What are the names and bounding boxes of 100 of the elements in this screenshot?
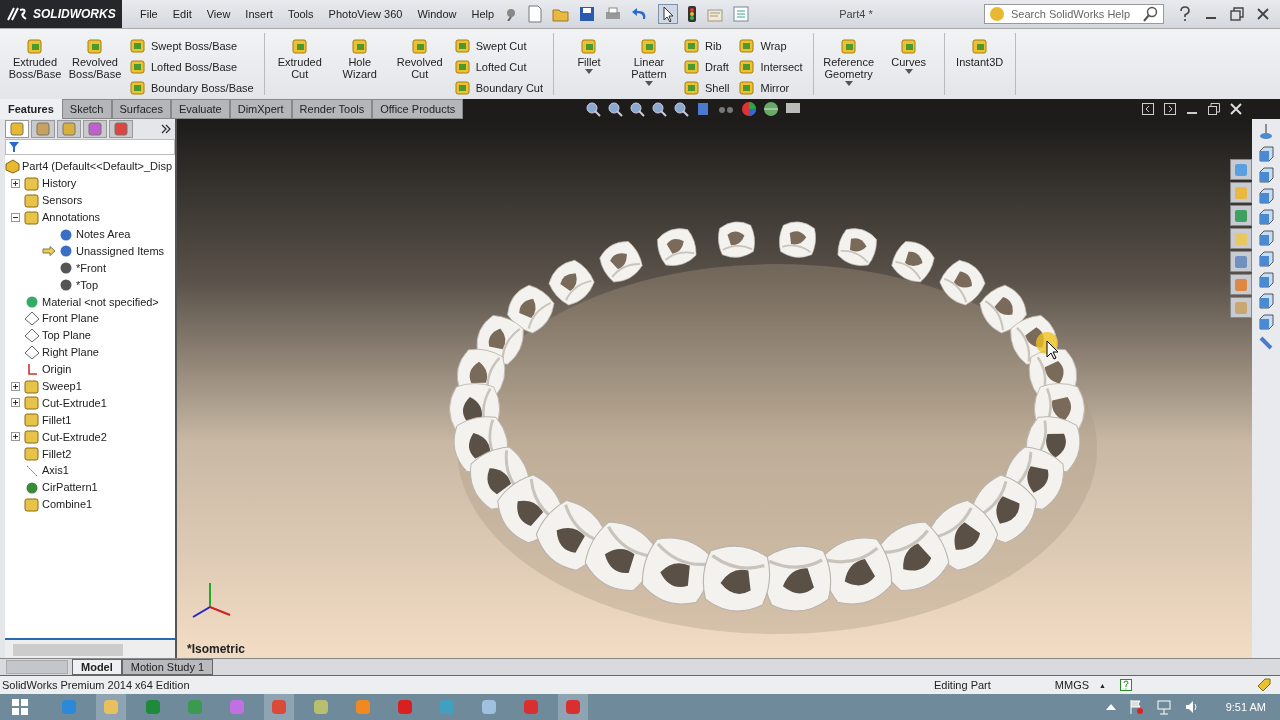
filter-field[interactable]	[5, 139, 175, 155]
tree-item[interactable]: *Top	[76, 278, 99, 291]
tree-item[interactable]: Axis1	[42, 464, 69, 477]
caret-icon[interactable]	[844, 81, 853, 86]
model-tab[interactable]: Motion Study 1	[121, 659, 214, 675]
graphics-area[interactable]: *Isometric	[177, 119, 1252, 658]
tree-item[interactable]: Cut-Extrude2	[42, 430, 107, 443]
ribbon-button[interactable]: Swept Boss/Base	[130, 37, 254, 55]
caret-icon[interactable]	[585, 69, 593, 74]
menu-item[interactable]: PhotoView 360	[328, 8, 403, 20]
menu-item[interactable]: Edit	[172, 8, 192, 20]
ribbon-button[interactable]: Extruded Cut	[270, 37, 329, 80]
tree-item[interactable]: Cut-Extrude1	[42, 396, 107, 409]
expander-icon[interactable]	[11, 432, 20, 442]
ribbon-button[interactable]: Lofted Boss/Base	[130, 58, 254, 76]
tree-item[interactable]: Material <not specified>	[42, 295, 159, 308]
ribbon-button[interactable]: Mirror	[739, 79, 803, 97]
view-cube-icon[interactable]	[1258, 293, 1274, 309]
ribbon-button[interactable]: Intersect	[739, 58, 803, 76]
tree-item[interactable]: Annotations	[42, 211, 101, 224]
task-pane-tab[interactable]	[1230, 297, 1252, 318]
traffic-light-icon[interactable]	[687, 5, 698, 23]
select-cursor-icon[interactable]	[658, 4, 679, 24]
ribbon-button[interactable]: Lofted Cut	[454, 58, 543, 76]
network-icon[interactable]	[1155, 699, 1172, 715]
tree-item[interactable]: Sensors	[42, 194, 83, 207]
ribbon-button[interactable]: Extruded Boss/Base	[6, 37, 64, 80]
flag-icon[interactable]	[1127, 699, 1144, 715]
tree-item[interactable]: Top Plane	[42, 329, 91, 342]
model-tab[interactable]: Model	[72, 659, 122, 675]
expander-icon[interactable]	[11, 398, 20, 408]
ribbon-button[interactable]: Revolved Cut	[390, 37, 449, 80]
tree-item[interactable]: Origin	[42, 363, 72, 376]
view-cube-icon[interactable]	[1258, 251, 1274, 267]
restore-icon[interactable]	[1230, 7, 1244, 21]
task-pane-tab[interactable]	[1230, 228, 1252, 249]
ribbon-button[interactable]: Reference Geometry	[819, 37, 878, 86]
normal-to-icon[interactable]	[1258, 123, 1274, 141]
view-cube-icon[interactable]	[1258, 146, 1274, 162]
close-icon[interactable]	[1256, 7, 1270, 21]
ribbon-button[interactable]: Hole Wizard	[330, 37, 389, 80]
task-pane-tab[interactable]	[1230, 251, 1252, 272]
command-tab[interactable]: Sketch	[61, 99, 112, 119]
ribbon-button[interactable]: Linear Pattern	[620, 37, 678, 86]
restore-icon[interactable]	[1208, 103, 1220, 115]
ribbon-button[interactable]: Shell	[684, 79, 730, 97]
windows-start-icon[interactable]	[12, 699, 28, 715]
tree-item[interactable]: Notes Area	[76, 228, 131, 240]
panel-tab[interactable]	[109, 120, 133, 138]
clock[interactable]: 9:51 AM	[1225, 701, 1266, 713]
view-cube-icon[interactable]	[1258, 167, 1274, 183]
tree-item[interactable]: Fillet2	[42, 447, 72, 460]
tree-item[interactable]: Combine1	[42, 498, 93, 511]
menu-item[interactable]: Tools	[287, 8, 314, 20]
view-tool-icon[interactable]	[651, 101, 668, 117]
menu-item[interactable]: Insert	[245, 8, 273, 20]
caret-icon[interactable]	[904, 69, 913, 74]
ribbon-button[interactable]: Rib	[684, 37, 730, 55]
save-icon[interactable]	[579, 6, 596, 22]
volume-icon[interactable]	[1183, 699, 1200, 715]
scroll-thumb[interactable]	[13, 644, 123, 656]
ribbon-button[interactable]: Curves	[879, 37, 938, 74]
split-right-icon[interactable]	[1164, 103, 1176, 115]
ribbon-button[interactable]: Wrap	[739, 37, 803, 55]
caret-icon[interactable]	[645, 81, 653, 86]
help-icon[interactable]	[1120, 679, 1132, 691]
units-menu[interactable]: MMGS	[1054, 679, 1090, 691]
command-tab[interactable]: Surfaces	[111, 99, 171, 119]
tree-item[interactable]: *Front	[76, 261, 106, 274]
command-tab[interactable]: DimXpert	[229, 99, 292, 119]
tree-item[interactable]: History	[42, 177, 77, 190]
menu-item[interactable]: File	[140, 8, 158, 20]
view-cube-icon[interactable]	[1258, 314, 1274, 330]
expander-icon[interactable]	[11, 178, 20, 188]
view-tool-icon[interactable]	[673, 101, 690, 117]
command-tab[interactable]: Render Tools	[291, 99, 373, 119]
split-left-icon[interactable]	[1142, 103, 1154, 115]
view-tool-icon[interactable]	[607, 101, 624, 117]
view-tool-icon[interactable]	[585, 101, 602, 117]
ribbon-button[interactable]: Fillet	[560, 37, 618, 74]
menu-item[interactable]: View	[206, 8, 231, 20]
task-pane-tab[interactable]	[1230, 159, 1252, 180]
printer-icon[interactable]	[604, 6, 623, 22]
tree-item[interactable]: Part4 (Default<<Default>_Disp	[22, 160, 173, 173]
search-field[interactable]: Search SolidWorks Help	[984, 4, 1164, 24]
tree-item[interactable]: CirPattern1	[42, 481, 98, 494]
expander-icon[interactable]	[11, 212, 20, 222]
tree-item[interactable]: Sweep1	[42, 380, 82, 392]
new-document-icon[interactable]	[527, 5, 544, 23]
command-tab[interactable]: Features	[0, 99, 62, 119]
chevron-right-icon[interactable]	[161, 124, 171, 134]
ribbon-button[interactable]: Instant3D	[950, 37, 1009, 68]
tray-arrow-icon[interactable]	[1105, 703, 1116, 711]
ribbon-button[interactable]: Swept Cut	[454, 37, 543, 55]
tree-item[interactable]: Unassigned Items	[76, 244, 165, 257]
view-cube-icon[interactable]	[1258, 272, 1274, 288]
command-tab[interactable]: Evaluate	[170, 99, 230, 119]
view-cube-icon[interactable]	[1258, 188, 1274, 204]
task-pane-tab[interactable]	[1230, 205, 1252, 226]
tree-item[interactable]: Right Plane	[42, 346, 99, 359]
